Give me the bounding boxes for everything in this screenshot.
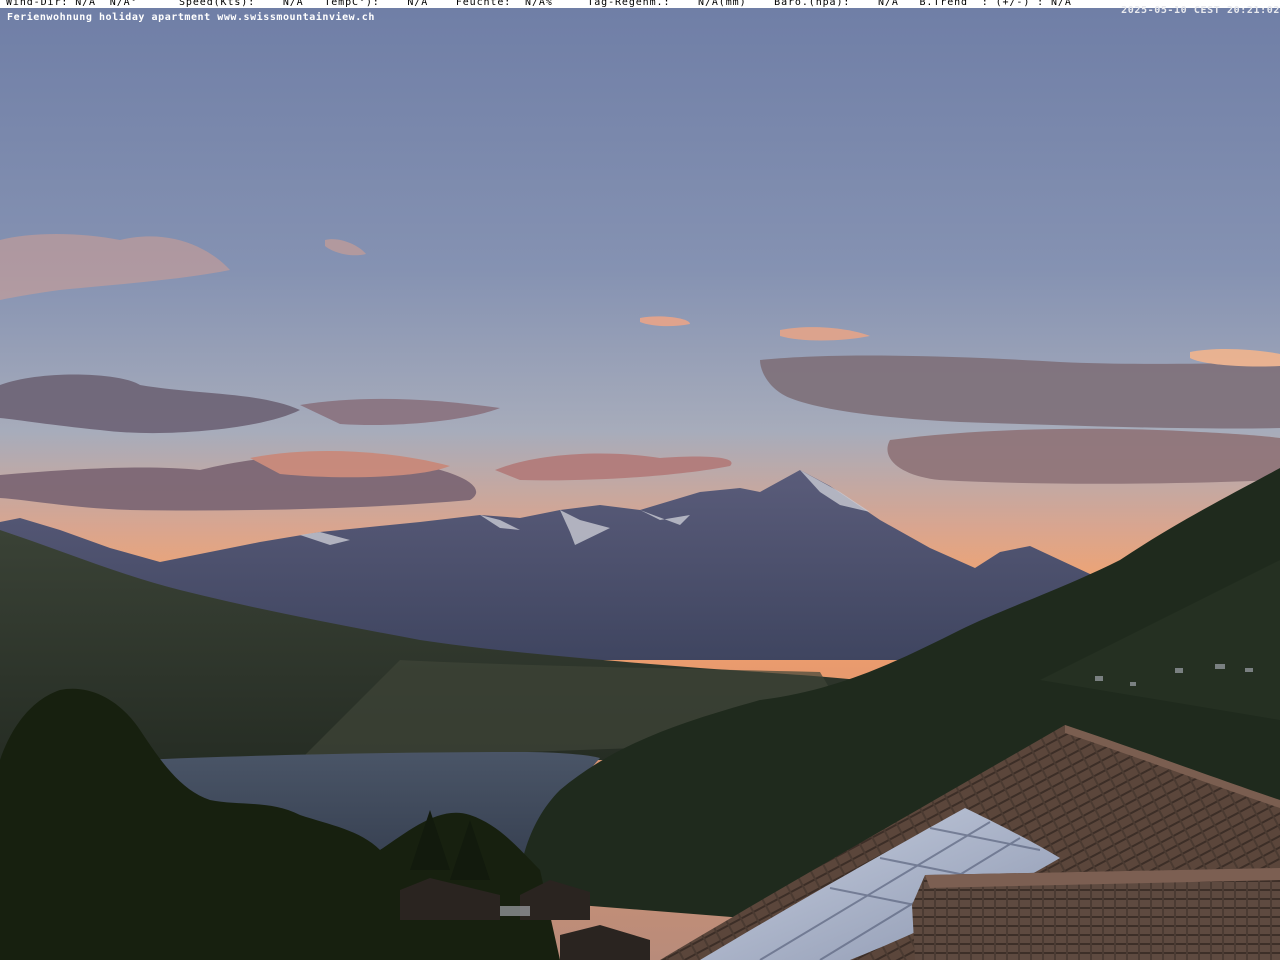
webcam-scene: [0, 0, 1280, 960]
timestamp: 2025-05-10 CEST 20:21:02: [1121, 5, 1280, 16]
caption-text: Ferienwohnung holiday apartment www.swis…: [7, 12, 375, 23]
weather-readout: Wind-Dir: N/A N/A° Speed(Kts): N/A TempC…: [6, 0, 1072, 8]
weather-info-bar: Wind-Dir: N/A N/A° Speed(Kts): N/A TempC…: [0, 0, 1280, 8]
